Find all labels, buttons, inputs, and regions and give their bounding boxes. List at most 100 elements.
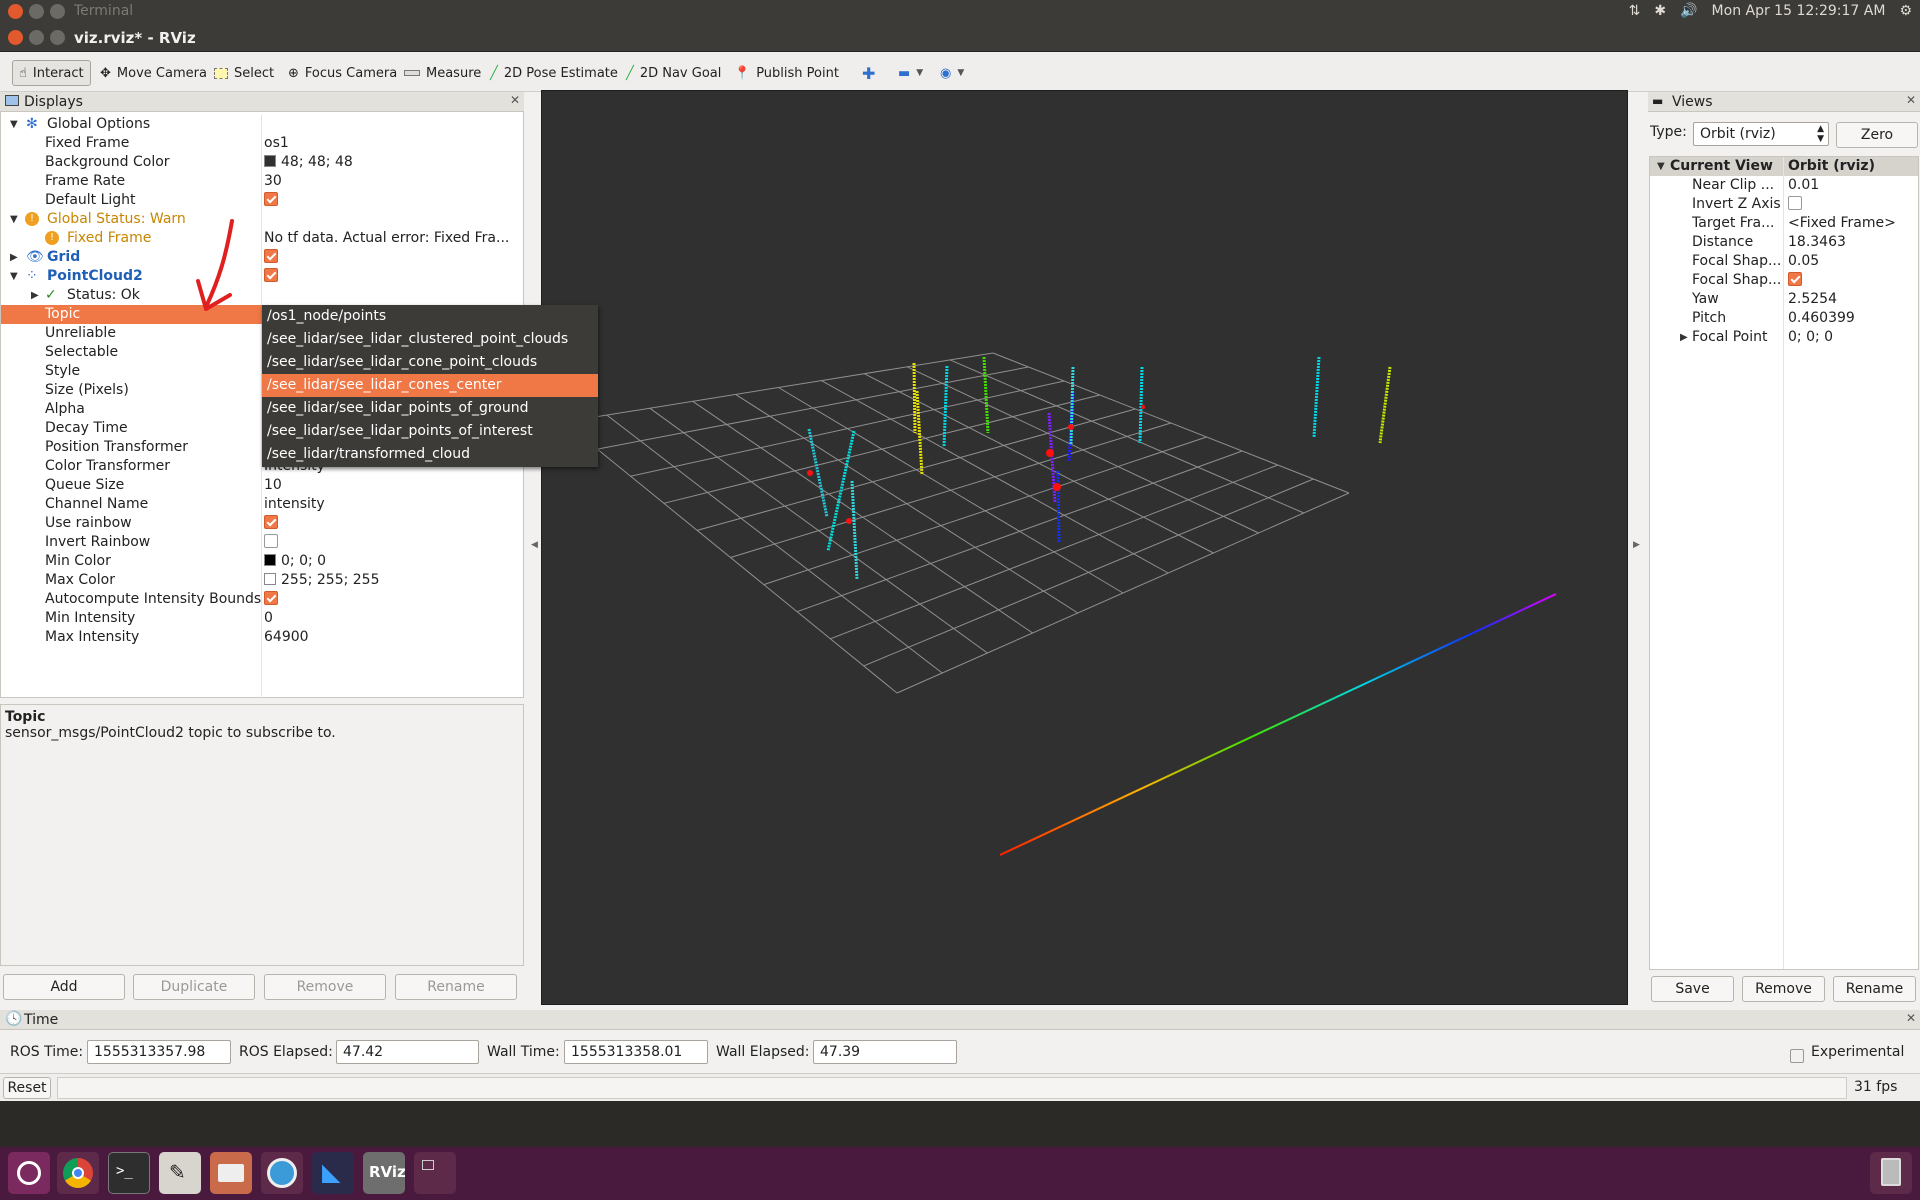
tree-row-global-status[interactable]: ▼! Global Status: Warn	[1, 210, 523, 229]
tree-row-fixed-frame-warning[interactable]: ! Fixed Frame No tf data. Actual error: Fi…	[1, 229, 523, 248]
topic-option-selected[interactable]: /see_lidar/see_lidar_cones_center	[262, 374, 598, 397]
focus-camera-tool[interactable]: ⊕ Focus Camera	[282, 60, 403, 86]
minimize-window-button[interactable]	[29, 4, 44, 19]
collapse-arrow-icon[interactable]: ▶	[31, 286, 39, 305]
view-row-focal-shape-size[interactable]: Focal Shap... 0.05	[1650, 252, 1918, 271]
topic-dropdown-list[interactable]: /os1_node/points /see_lidar/see_lidar_cl…	[262, 305, 598, 467]
rename-display-button[interactable]: Rename	[395, 974, 517, 1000]
view-row-target-frame[interactable]: Target Fra... <Fixed Frame>	[1650, 214, 1918, 233]
reset-button[interactable]: Reset	[3, 1077, 51, 1099]
collapse-left-icon[interactable]: ◀	[531, 540, 538, 550]
tree-row-max-intensity[interactable]: Max Intensity 64900	[1, 628, 523, 647]
view-row-invert-z[interactable]: Invert Z Axis	[1650, 195, 1918, 214]
tree-row-min-color[interactable]: Min Color 0; 0; 0	[1, 552, 523, 571]
tree-row-grid[interactable]: ▶ 👁 Grid	[1, 248, 523, 267]
network-tool-icon[interactable]	[261, 1152, 303, 1194]
tree-row-use-rainbow[interactable]: Use rainbow	[1, 514, 523, 533]
topic-option[interactable]: /see_lidar/see_lidar_points_of_ground	[262, 397, 598, 420]
column-divider[interactable]	[1783, 157, 1784, 969]
tree-row-background-color[interactable]: Background Color 48; 48; 48	[1, 153, 523, 172]
collapse-arrow-icon[interactable]: ▶	[1680, 328, 1688, 347]
maximize-window-button[interactable]	[50, 4, 65, 19]
add-display-button[interactable]: Add	[3, 974, 125, 1000]
tree-row-min-intensity[interactable]: Min Intensity 0	[1, 609, 523, 628]
2d-nav-goal-tool[interactable]: ╱ 2D Nav Goal	[620, 60, 727, 86]
tree-row-global-options[interactable]: ▼ ✻ Global Options	[1, 115, 523, 134]
add-tool-button[interactable]: ✚	[856, 60, 881, 86]
zero-view-button[interactable]: Zero	[1836, 122, 1918, 148]
window-maximize-button[interactable]	[50, 30, 65, 45]
view-row-focal-point[interactable]: ▶ Focal Point 0; 0; 0	[1650, 328, 1918, 347]
3d-render-viewport[interactable]	[541, 90, 1628, 1005]
tree-row-pointcloud2[interactable]: ▼ ⁘ PointCloud2	[1, 267, 523, 286]
publish-point-tool[interactable]: 📍 Publish Point	[728, 60, 845, 86]
view-type-select[interactable]: Orbit (rviz) ▲ ▼	[1693, 122, 1829, 146]
expand-arrow-icon[interactable]: ▼	[1657, 157, 1665, 176]
chrome-icon[interactable]	[57, 1152, 99, 1194]
expand-arrow-icon[interactable]: ▼	[10, 115, 18, 134]
experimental-checkbox[interactable]	[1790, 1048, 1804, 1063]
tree-row-fixed-frame[interactable]: Fixed Frame os1	[1, 134, 523, 153]
topic-option[interactable]: /see_lidar/see_lidar_points_of_interest	[262, 420, 598, 443]
autocompute-checkbox[interactable]	[264, 591, 278, 605]
close-panel-icon[interactable]: ✕	[1906, 93, 1916, 107]
file-manager-icon[interactable]	[210, 1152, 252, 1194]
focal-shape-fixed-checkbox[interactable]	[1788, 272, 1802, 286]
expand-arrow-icon[interactable]: ▼	[10, 267, 18, 286]
scene-canvas[interactable]	[542, 91, 1627, 1004]
workspace-switcher-icon[interactable]	[414, 1152, 456, 1194]
wall-time-field[interactable]: 1555313358.01	[564, 1040, 708, 1064]
interact-tool[interactable]: ☝ Interact	[12, 60, 91, 86]
use-rainbow-checkbox[interactable]	[264, 515, 278, 529]
view-row-near-clip[interactable]: Near Clip ... 0.01	[1650, 176, 1918, 195]
window-minimize-button[interactable]	[29, 30, 44, 45]
remove-view-button[interactable]: Remove	[1742, 976, 1825, 1002]
close-window-button[interactable]	[8, 4, 23, 19]
tree-row-max-color[interactable]: Max Color 255; 255; 255	[1, 571, 523, 590]
view-row-yaw[interactable]: Yaw 2.5254	[1650, 290, 1918, 309]
tree-row-autocompute-bounds[interactable]: Autocompute Intensity Bounds	[1, 590, 523, 609]
view-row-focal-shape-fixed[interactable]: Focal Shap...	[1650, 271, 1918, 290]
close-panel-icon[interactable]: ✕	[1906, 1011, 1916, 1025]
settings-gear-icon[interactable]: ⚙	[1899, 3, 1912, 19]
remove-display-button[interactable]: Remove	[264, 974, 386, 1000]
volume-icon[interactable]: 🔊	[1680, 3, 1697, 19]
expand-arrow-icon[interactable]: ▼	[10, 210, 18, 229]
view-row-distance[interactable]: Distance 18.3463	[1650, 233, 1918, 252]
current-view-header[interactable]: ▼ Current View Orbit (rviz)	[1650, 157, 1918, 176]
save-view-button[interactable]: Save	[1651, 976, 1734, 1002]
tree-row-channel-name[interactable]: Channel Name intensity	[1, 495, 523, 514]
remove-tool-button[interactable]: ▬ ▼	[892, 60, 929, 86]
network-icon[interactable]: ⇅	[1629, 3, 1641, 19]
view-row-pitch[interactable]: Pitch 0.460399	[1650, 309, 1918, 328]
rviz-icon[interactable]: RViz	[363, 1152, 406, 1194]
topic-option[interactable]: /os1_node/points	[262, 305, 598, 328]
grid-enabled-checkbox[interactable]	[264, 249, 278, 263]
clock[interactable]: Mon Apr 15 12:29:17 AM	[1712, 3, 1886, 19]
tree-row-status-ok[interactable]: ▶ ✓ Status: Ok	[1, 286, 523, 305]
topic-option[interactable]: /see_lidar/see_lidar_clustered_point_clo…	[262, 328, 598, 351]
close-panel-icon[interactable]: ✕	[510, 93, 520, 107]
measure-tool[interactable]: Measure	[398, 60, 487, 86]
tree-row-queue-size[interactable]: Queue Size 10	[1, 476, 523, 495]
invert-rainbow-checkbox[interactable]	[264, 534, 278, 548]
topic-option[interactable]: /see_lidar/see_lidar_cone_point_clouds	[262, 351, 598, 374]
rename-view-button[interactable]: Rename	[1833, 976, 1916, 1002]
vscode-icon[interactable]: ◣	[312, 1152, 354, 1194]
trash-icon[interactable]	[1870, 1152, 1912, 1194]
text-editor-icon[interactable]: ✎	[159, 1152, 201, 1194]
default-light-checkbox[interactable]	[264, 192, 278, 206]
ubuntu-dash-icon[interactable]	[8, 1152, 50, 1194]
wall-elapsed-field[interactable]: 47.39	[813, 1040, 957, 1064]
move-camera-tool[interactable]: ✥ Move Camera	[94, 60, 213, 86]
tree-row-frame-rate[interactable]: Frame Rate 30	[1, 172, 523, 191]
select-tool[interactable]: Select	[208, 60, 280, 86]
tree-row-invert-rainbow[interactable]: Invert Rainbow	[1, 533, 523, 552]
duplicate-display-button[interactable]: Duplicate	[133, 974, 255, 1000]
tree-row-default-light[interactable]: Default Light	[1, 191, 523, 210]
2d-pose-estimate-tool[interactable]: ╱ 2D Pose Estimate	[484, 60, 624, 86]
terminal-icon[interactable]: >_	[108, 1152, 150, 1194]
collapse-arrow-icon[interactable]: ▶	[10, 248, 18, 267]
ros-time-field[interactable]: 1555313357.98	[87, 1040, 231, 1064]
topic-option[interactable]: /see_lidar/transformed_cloud	[262, 443, 598, 466]
